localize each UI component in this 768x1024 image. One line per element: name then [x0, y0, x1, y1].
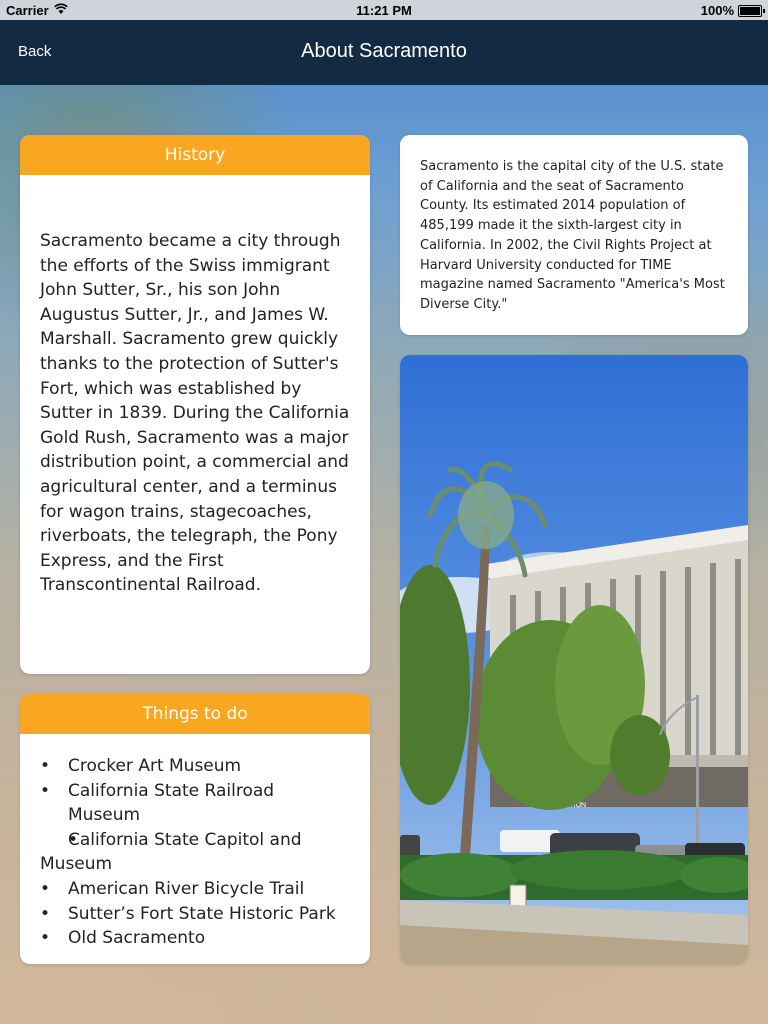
- history-header: History: [20, 135, 370, 175]
- things-to-do-header: Things to do: [20, 694, 370, 734]
- navigation-bar: Back About Sacramento: [0, 20, 768, 85]
- list-item: Old Sacramento: [40, 926, 350, 951]
- building-photo-image: NUTRITION: [400, 355, 748, 964]
- about-text: Sacramento is the capital city of the U.…: [420, 159, 725, 312]
- list-item: American River Bicycle Trail: [40, 877, 350, 902]
- things-to-do-card: Things to do Crocker Art Museum Californ…: [20, 694, 370, 964]
- about-card: Sacramento is the capital city of the U.…: [400, 135, 748, 335]
- things-to-do-list: Crocker Art Museum California State Rail…: [20, 734, 370, 951]
- list-item: Sutter’s Fort State Historic Park: [40, 902, 350, 927]
- app-screen: Carrier 11:21 PM 100% Back About Sacrame…: [0, 0, 768, 1024]
- battery-icon: [738, 5, 765, 17]
- list-item: California State Railroad Museum: [40, 779, 350, 828]
- status-bar: Carrier 11:21 PM 100%: [0, 0, 768, 20]
- history-card: History Sacramento became a city through…: [20, 135, 370, 674]
- battery-percent: 100%: [700, 3, 734, 18]
- sacramento-photo: NUTRITION: [400, 355, 748, 964]
- page-title: About Sacramento: [301, 40, 467, 62]
- history-text: Sacramento became a city through the eff…: [40, 231, 350, 596]
- list-item: California State Capitol and Museum: [40, 828, 350, 877]
- status-time: 11:21 PM: [356, 3, 412, 18]
- list-item: Crocker Art Museum: [40, 754, 350, 779]
